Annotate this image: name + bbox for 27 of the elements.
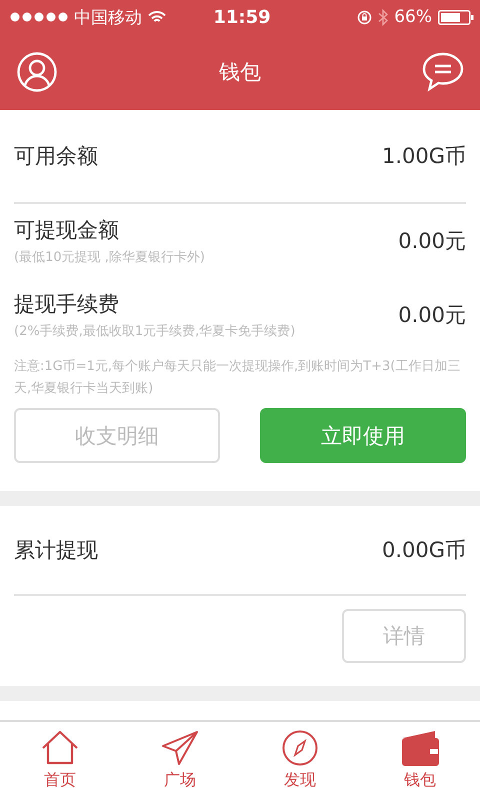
total-label: 累计提现	[14, 537, 98, 564]
tab-item[interactable]: 发现	[255, 722, 345, 800]
notice-text: 注意:1G币=1元,每个账户每天只能一次提现操作,到账时间为T+3(工作日加三天,华夏银行卡当天到账)	[14, 358, 462, 398]
tab-item[interactable]: 首页	[15, 722, 105, 800]
amount-value: 0.00元	[398, 302, 466, 329]
rotation-lock-icon	[357, 10, 372, 24]
battery-icon	[438, 10, 474, 24]
amount-value: 0.00元	[398, 228, 466, 255]
tab-item[interactable]: 广场	[135, 722, 225, 800]
bluetooth-icon	[378, 8, 388, 26]
battery-percent: 66%	[394, 7, 432, 27]
profile-icon[interactable]	[16, 52, 58, 92]
tab-item[interactable]: 钱包	[375, 722, 465, 800]
balance-label: 可用余额	[14, 143, 98, 170]
total-value: 0.00G币	[382, 537, 466, 564]
amount-label: 提现手续费	[14, 291, 120, 318]
balance-value: 1.00G币	[382, 143, 466, 170]
status-time: 11:59	[213, 6, 271, 28]
wifi-icon	[148, 10, 166, 24]
amount-label: 可提现金额	[14, 217, 120, 244]
use-now-button[interactable]: 立即使用	[260, 408, 466, 463]
message-icon[interactable]	[422, 52, 464, 92]
page-title: 钱包	[219, 59, 261, 86]
amount-hint: (2%手续费,最低收取1元手续费,华夏卡免手续费)	[14, 323, 296, 340]
signal-icon	[10, 12, 68, 22]
carrier-name: 中国移动	[74, 6, 142, 28]
amount-hint: (最低10元提现 ,除华夏银行卡外)	[14, 249, 205, 266]
